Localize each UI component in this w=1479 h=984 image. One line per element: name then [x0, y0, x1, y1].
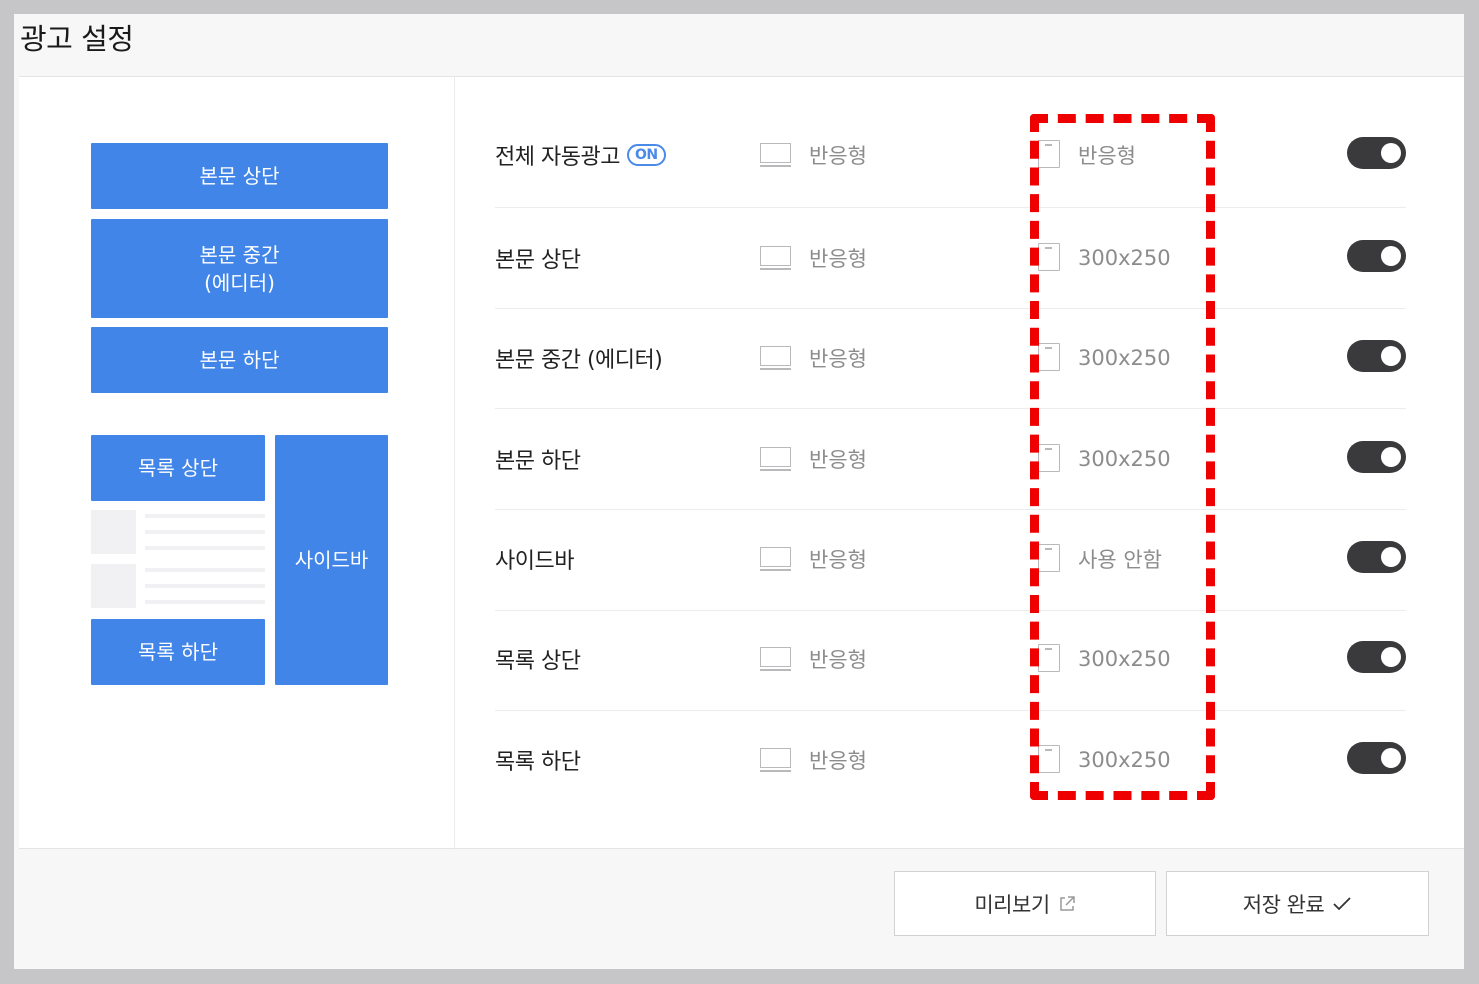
pc-ad-size[interactable]: 반응형 [809, 508, 867, 609]
preview-button-label: 미리보기 [974, 892, 1050, 917]
mobile-icon [1038, 544, 1060, 572]
ad-row-list-top: 목록 상단 반응형 300x250 [495, 608, 1406, 709]
mobile-ad-size[interactable]: 사용 안함 [1078, 508, 1162, 609]
pc-ad-size[interactable]: 반응형 [809, 104, 867, 205]
checkmark-icon [1332, 896, 1352, 912]
row-label: 본문 상단 [495, 247, 581, 273]
pc-ad-size[interactable]: 반응형 [809, 207, 867, 308]
row-label-text: 전체 자동광고 [495, 144, 620, 170]
toggle-auto-ad[interactable] [1347, 137, 1406, 169]
preview-block-sidebar[interactable]: 사이드바 [275, 435, 388, 685]
row-label: 본문 중간 (에디터) [495, 347, 663, 373]
toggle-list-top[interactable] [1347, 641, 1406, 673]
mobile-ad-size[interactable]: 300x250 [1078, 709, 1171, 810]
desktop-icon [760, 246, 791, 271]
mobile-ad-size[interactable]: 300x250 [1078, 307, 1171, 408]
row-label: 전체 자동광고 ON [495, 104, 666, 205]
save-button-label: 저장 완료 [1242, 892, 1325, 917]
list-placeholder-line [145, 530, 265, 534]
mobile-ad-size[interactable]: 300x250 [1078, 207, 1171, 308]
panel-divider [454, 77, 455, 850]
desktop-icon [760, 647, 791, 672]
mobile-ad-size[interactable]: 반응형 [1078, 104, 1136, 205]
page-title: 광고 설정 [20, 22, 134, 56]
ad-row-list-bottom: 목록 하단 반응형 300x250 [495, 709, 1406, 810]
mobile-icon [1038, 140, 1060, 168]
row-label: 본문 하단 [495, 448, 581, 474]
list-placeholder-line [145, 584, 265, 588]
mobile-icon [1038, 343, 1060, 371]
external-link-icon [1058, 895, 1076, 913]
toggle-list-bottom[interactable] [1347, 742, 1406, 774]
mobile-icon [1038, 644, 1060, 672]
pc-ad-size[interactable]: 반응형 [809, 608, 867, 709]
preview-block-list-bottom[interactable]: 목록 하단 [91, 619, 265, 685]
mobile-ad-size[interactable]: 300x250 [1078, 608, 1171, 709]
pc-ad-size[interactable]: 반응형 [809, 709, 867, 810]
desktop-icon [760, 748, 791, 773]
preview-block-body-bottom[interactable]: 본문 하단 [91, 327, 388, 393]
preview-block-body-middle[interactable]: 본문 중간 (에디터) [91, 219, 388, 318]
ad-row-sidebar: 사이드바 반응형 사용 안함 [495, 508, 1406, 609]
save-button[interactable]: 저장 완료 [1166, 871, 1429, 936]
row-label: 사이드바 [495, 548, 574, 574]
list-placeholder-line [145, 568, 265, 572]
row-label: 목록 하단 [495, 749, 581, 775]
list-placeholder-thumb [91, 510, 136, 554]
list-placeholder-thumb [91, 564, 136, 608]
toggle-body-bottom[interactable] [1347, 441, 1406, 473]
list-placeholder-line [145, 600, 265, 604]
toggle-body-middle[interactable] [1347, 340, 1406, 372]
toggle-sidebar[interactable] [1347, 541, 1406, 573]
preview-button[interactable]: 미리보기 [894, 871, 1156, 936]
desktop-icon [760, 143, 791, 168]
ad-row-auto: 전체 자동광고 ON 반응형 반응형 [495, 104, 1406, 205]
desktop-icon [760, 547, 791, 572]
mobile-icon [1038, 243, 1060, 271]
preview-block-list-top[interactable]: 목록 상단 [91, 435, 265, 501]
desktop-icon [760, 346, 791, 371]
ad-row-body-middle: 본문 중간 (에디터) 반응형 300x250 [495, 307, 1406, 408]
ad-row-body-bottom: 본문 하단 반응형 300x250 [495, 408, 1406, 509]
preview-block-body-top[interactable]: 본문 상단 [91, 143, 388, 209]
desktop-icon [760, 447, 791, 472]
list-placeholder-line [145, 546, 265, 550]
mobile-icon [1038, 444, 1060, 472]
pc-ad-size[interactable]: 반응형 [809, 408, 867, 509]
row-label: 목록 상단 [495, 648, 581, 674]
on-badge: ON [626, 143, 666, 166]
mobile-icon [1038, 745, 1060, 773]
mobile-ad-size[interactable]: 300x250 [1078, 408, 1171, 509]
list-placeholder-line [145, 514, 265, 518]
pc-ad-size[interactable]: 반응형 [809, 307, 867, 408]
toggle-body-top[interactable] [1347, 240, 1406, 272]
ad-row-body-top: 본문 상단 반응형 300x250 [495, 207, 1406, 308]
